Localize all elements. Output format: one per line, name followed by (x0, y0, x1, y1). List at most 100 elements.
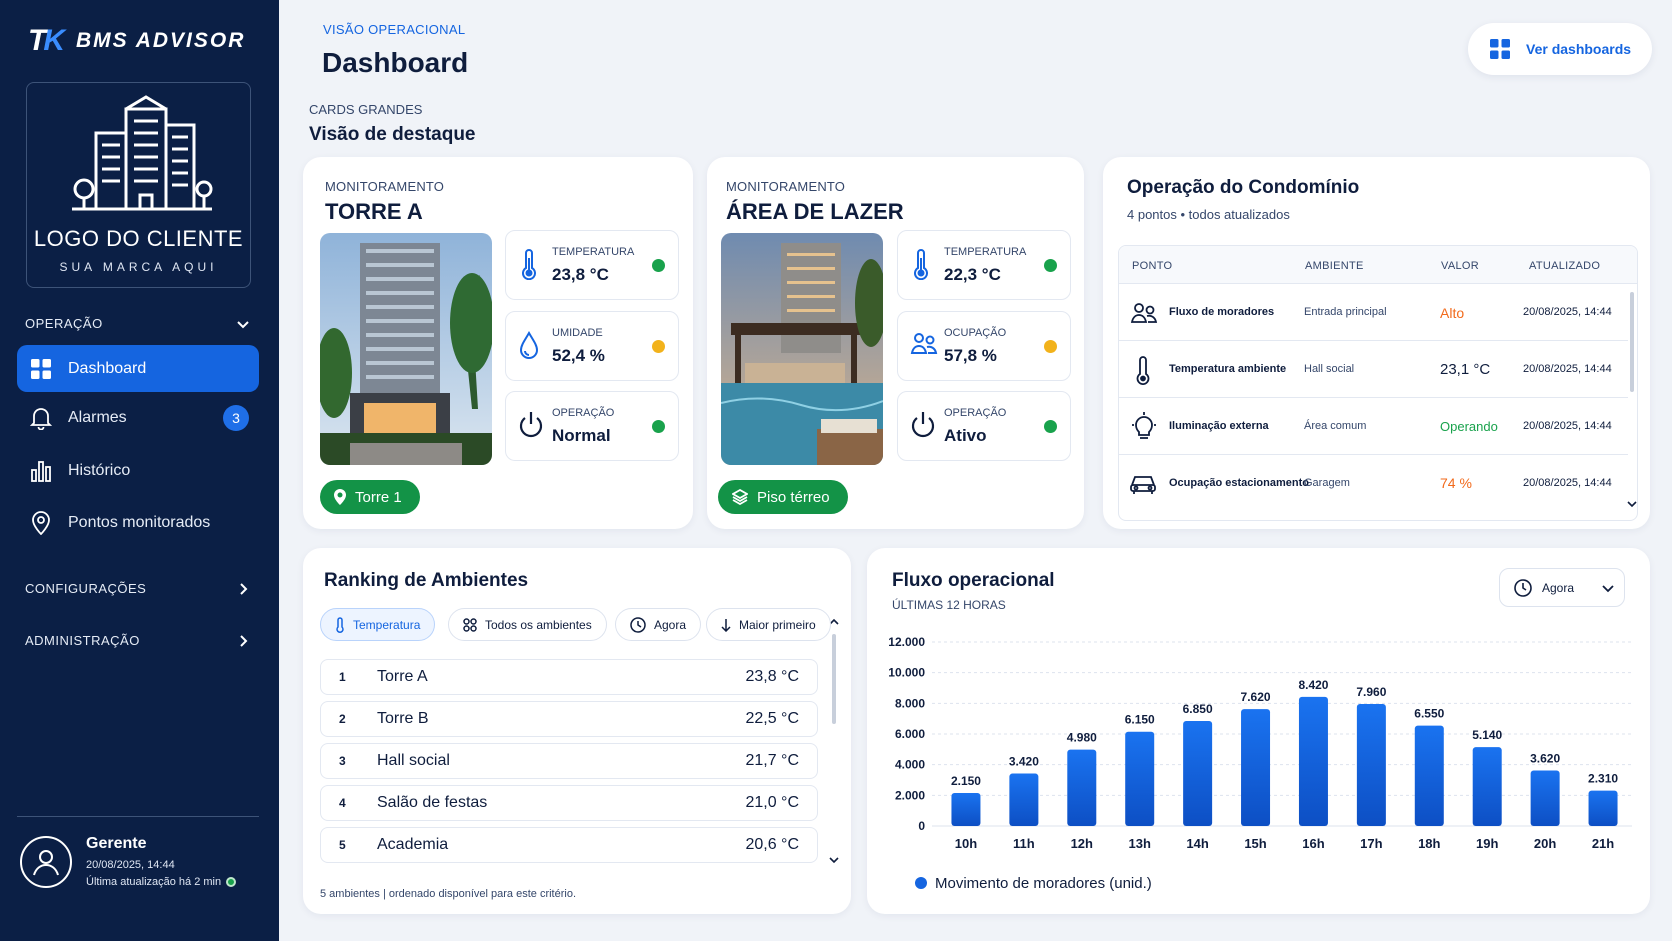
rank-number: 4 (339, 796, 346, 810)
card-kicker: MONITORAMENTO (325, 179, 445, 194)
data-label: 2.310 (1588, 772, 1618, 786)
user-name: Gerente (86, 835, 147, 852)
sidebar-item-pontos[interactable]: Pontos monitorados (17, 499, 259, 546)
card-title: Ranking de Ambientes (324, 570, 529, 591)
last-update-text: Última atualização há 2 min (86, 876, 222, 888)
card-kicker: MONITORAMENTO (726, 179, 846, 194)
metric-ocupacao: OCUPAÇÃO 57,8 % (897, 311, 1071, 381)
nav-section-administracao[interactable]: ADMINISTRAÇÃO (25, 633, 250, 648)
data-label: 5.140 (1472, 728, 1502, 742)
filter-temperatura[interactable]: Temperatura (320, 608, 436, 641)
brand-name: BMS ADVISOR (76, 29, 246, 52)
rank-value: 21,0 °C (745, 794, 799, 811)
filter-ordenacao[interactable]: Maior primeiro (706, 608, 831, 641)
thermometer-icon (522, 249, 536, 280)
table-row[interactable]: Ocupação estacionamento Garagem 74 % 20/… (1118, 455, 1628, 512)
time-range-dropdown[interactable]: Agora (1499, 568, 1625, 607)
status-dot (652, 259, 665, 272)
metric-label: OPERAÇÃO (944, 407, 1007, 419)
data-label: 4.980 (1067, 731, 1097, 745)
data-label: 8.420 (1298, 678, 1328, 692)
cell-atualizado: 20/08/2025, 14:44 (1523, 477, 1612, 489)
brand[interactable]: TK BMS ADVISOR (28, 24, 245, 58)
chevron-down-icon[interactable] (829, 856, 839, 864)
bar (1530, 770, 1560, 826)
status-dot (1044, 420, 1057, 433)
sidebar-item-alarmes[interactable]: Alarmes 3 (17, 394, 259, 441)
status-dot (652, 340, 665, 353)
pill-label: Piso térreo (757, 488, 830, 506)
cell-ponto: Iluminação externa (1169, 420, 1269, 432)
rank-value: 21,7 °C (745, 752, 799, 769)
bar-chart-icon (29, 459, 53, 483)
bar (1298, 696, 1328, 826)
column-header: ATUALIZADO (1529, 260, 1601, 272)
rank-value: 23,8 °C (745, 668, 799, 685)
filter-ambientes[interactable]: Todos os ambientes (448, 608, 607, 641)
x-tick-label: 17h (1360, 836, 1382, 851)
y-tick-label: 0 (918, 819, 925, 833)
bar (1588, 790, 1618, 826)
x-tick-label: 14h (1186, 836, 1208, 851)
table-row[interactable]: Fluxo de moradores Entrada principal Alt… (1118, 284, 1628, 341)
metric-temperatura: TEMPERATURA 23,8 °C (505, 230, 679, 300)
pill-label: Torre 1 (355, 488, 402, 506)
card-title: Fluxo operacional (892, 570, 1055, 591)
user-icon (33, 849, 59, 875)
cell-ambiente: Área comum (1304, 420, 1367, 432)
list-item[interactable]: 5 Academia 20,6 °C (320, 827, 818, 863)
bar (1125, 731, 1155, 826)
card-title: TORRE A (325, 199, 423, 224)
list-item[interactable]: 3 Hall social 21,7 °C (320, 743, 818, 779)
avatar (20, 835, 72, 888)
rank-number: 3 (339, 754, 346, 768)
x-tick-label: 16h (1302, 836, 1324, 851)
nav-section-configuracoes[interactable]: CONFIGURAÇÕES (25, 581, 250, 596)
card-title: Operação do Condomínio (1127, 177, 1360, 198)
chevron-right-icon (240, 582, 248, 595)
rank-value: 22,5 °C (745, 710, 799, 727)
metric-temperatura: TEMPERATURA 22,3 °C (897, 230, 1071, 300)
list-item[interactable]: 2 Torre B 22,5 °C (320, 701, 818, 737)
grid-outline-icon (463, 617, 477, 632)
card-subtitle: 4 pontos • todos atualizados (1127, 207, 1290, 222)
filter-agora[interactable]: Agora (615, 608, 702, 641)
location-tag-torre[interactable]: Torre 1 (320, 480, 420, 514)
nav-section-operacao[interactable]: OPERAÇÃO (25, 316, 250, 331)
x-tick-label: 18h (1418, 836, 1440, 851)
cell-ambiente: Garagem (1304, 477, 1350, 489)
chevron-down-icon[interactable] (1627, 500, 1637, 508)
table-row[interactable]: Iluminação externa Área comum Operando 2… (1118, 398, 1628, 455)
page-kicker: VISÃO OPERACIONAL (323, 22, 466, 37)
user-datetime: 20/08/2025, 14:44 (86, 859, 175, 871)
sidebar-item-historico[interactable]: Histórico (17, 447, 259, 494)
metric-value: 23,8 °C (552, 265, 609, 284)
location-tag-lazer[interactable]: Piso térreo (718, 480, 848, 514)
x-tick-label: 21h (1592, 836, 1614, 851)
table-row[interactable]: Temperatura ambiente Hall social 23,1 °C… (1118, 341, 1628, 398)
table-scrollbar[interactable] (1630, 292, 1634, 392)
metric-value: 22,3 °C (944, 265, 1001, 284)
metric-value: Normal (552, 426, 611, 445)
lightbulb-icon (1131, 412, 1157, 445)
user-profile[interactable]: Gerente 20/08/2025, 14:44 Última atualiz… (20, 835, 237, 888)
bell-icon (29, 406, 53, 430)
sidebar-item-dashboard[interactable]: Dashboard (17, 345, 259, 392)
sidebar-divider (17, 816, 259, 817)
ranking-scrollbar[interactable] (832, 634, 836, 724)
data-label: 3.420 (1009, 755, 1039, 769)
filter-label: Maior primeiro (739, 617, 816, 632)
list-item[interactable]: 1 Torre A 23,8 °C (320, 659, 818, 695)
card-area-de-lazer: MONITORAMENTO ÁREA DE LAZER TEMPERATURA … (707, 157, 1084, 529)
cell-valor: Alto (1440, 305, 1465, 321)
data-label: 3.620 (1530, 751, 1560, 765)
card-subtitle: ÚLTIMAS 12 HORAS (892, 598, 1006, 612)
list-item[interactable]: 4 Salão de festas 21,0 °C (320, 785, 818, 821)
view-dashboards-button[interactable]: Ver dashboards (1468, 23, 1652, 75)
metric-label: OCUPAÇÃO (944, 327, 1007, 339)
y-tick-label: 10.000 (888, 666, 925, 680)
nav-section-label: CONFIGURAÇÕES (25, 581, 147, 596)
metric-operacao: OPERAÇÃO Ativo (897, 391, 1071, 461)
y-tick-label: 8.000 (895, 696, 925, 710)
grid-icon (1490, 39, 1510, 59)
